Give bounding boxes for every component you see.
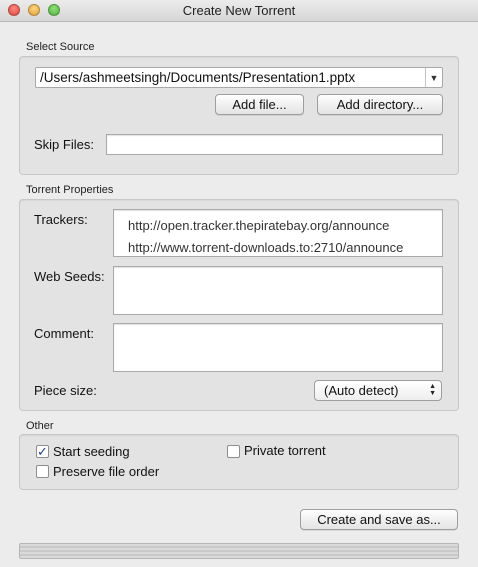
comment-label: Comment:: [34, 326, 94, 341]
source-path-value: /Users/ashmeetsingh/Documents/Presentati…: [40, 70, 356, 85]
progress-bar: [19, 543, 459, 559]
trackers-textarea[interactable]: http://open.tracker.thepiratebay.org/ann…: [113, 209, 443, 257]
piece-size-label: Piece size:: [34, 383, 97, 398]
add-file-button[interactable]: Add file...: [215, 94, 304, 115]
other-group: ✓ Start seeding Private torrent Preserve…: [19, 434, 459, 490]
tracker-url: http://www.torrent-downloads.to:2710/ann…: [128, 240, 404, 255]
select-source-heading: Select Source: [26, 41, 95, 53]
select-source-group: /Users/ashmeetsingh/Documents/Presentati…: [19, 56, 459, 175]
preserve-file-order-label[interactable]: Preserve file order: [53, 464, 159, 479]
chevron-down-icon[interactable]: ▼: [425, 68, 442, 87]
skip-files-label: Skip Files:: [34, 137, 94, 152]
torrent-properties-group: Trackers: http://open.tracker.thepirateb…: [19, 199, 459, 411]
other-heading: Other: [26, 420, 54, 432]
skip-files-input[interactable]: [106, 134, 443, 155]
web-seeds-textarea[interactable]: [113, 266, 443, 315]
start-seeding-label[interactable]: Start seeding: [53, 444, 130, 459]
private-torrent-label[interactable]: Private torrent: [244, 443, 326, 458]
add-directory-button[interactable]: Add directory...: [317, 94, 443, 115]
web-seeds-label: Web Seeds:: [34, 269, 105, 284]
tracker-url: http://open.tracker.thepiratebay.org/ann…: [128, 218, 390, 233]
comment-textarea[interactable]: [113, 323, 443, 372]
trackers-label: Trackers:: [34, 212, 88, 227]
up-down-arrows-icon: ▲ ▼: [429, 383, 436, 397]
start-seeding-checkbox[interactable]: ✓: [36, 445, 49, 458]
private-torrent-checkbox[interactable]: [227, 445, 240, 458]
torrent-properties-heading: Torrent Properties: [26, 184, 114, 196]
title-bar[interactable]: Create New Torrent: [0, 0, 478, 22]
piece-size-select[interactable]: (Auto detect) ▲ ▼: [314, 380, 442, 401]
create-and-save-button[interactable]: Create and save as...: [300, 509, 458, 530]
preserve-file-order-checkbox[interactable]: [36, 465, 49, 478]
source-path-combo[interactable]: /Users/ashmeetsingh/Documents/Presentati…: [35, 67, 443, 88]
window-title: Create New Torrent: [182, 3, 296, 18]
piece-size-value: (Auto detect): [324, 383, 399, 398]
